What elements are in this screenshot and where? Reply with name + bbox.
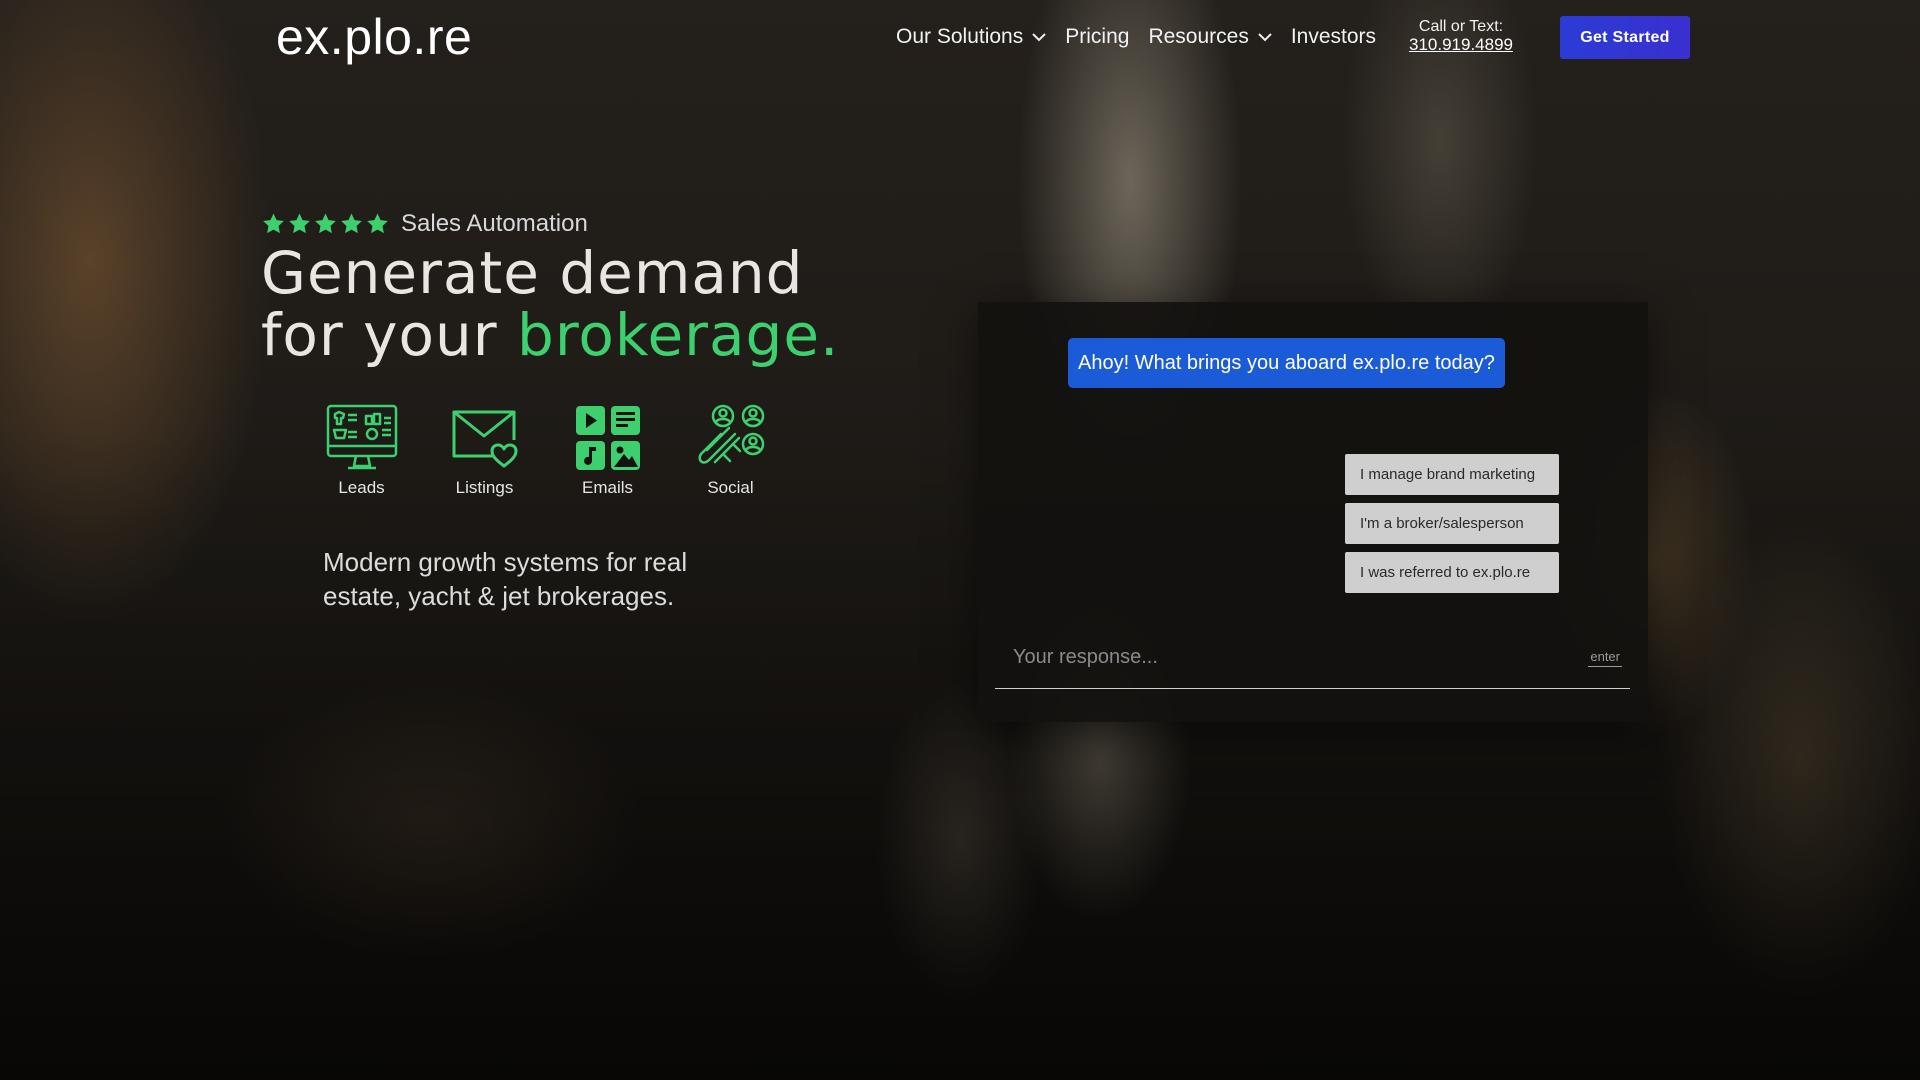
nav-resources[interactable]: Resources [1148, 25, 1272, 49]
monitor-dashboard-icon [326, 404, 397, 470]
hero-tagline: Modern growth systems for real estate, y… [323, 547, 688, 611]
star-icon [367, 213, 388, 234]
call-or-text: Call or Text: 310.919.4899 [1408, 18, 1514, 54]
feature-icons: Leads Listings Emails Social [300, 404, 792, 498]
rating-label: Sales Automation [401, 210, 588, 237]
reply-broker-salesperson[interactable]: I'm a broker/salesperson [1345, 503, 1559, 544]
main-nav: Our Solutions Pricing Resources Investor… [896, 24, 1395, 50]
hero-headline: Generate demand for your brokerage. [261, 242, 839, 366]
feature-leads-label: Leads [338, 478, 385, 497]
reply-brand-marketing[interactable]: I manage brand marketing [1345, 454, 1559, 495]
magnet-users-icon [697, 404, 764, 464]
nav-investors-label: Investors [1290, 25, 1377, 48]
headline-line-2-prefix: for your [261, 301, 518, 369]
envelope-heart-icon [452, 410, 517, 468]
star-icon [341, 213, 362, 234]
headline-line-1: Generate demand [261, 239, 804, 307]
bot-message-bubble: Ahoy! What brings you aboard ex.plo.re t… [1068, 338, 1505, 388]
headline-accent: brokerage. [517, 301, 840, 369]
chevron-down-icon [1032, 32, 1046, 42]
feature-emails: Emails [546, 404, 669, 498]
rating-row: Sales Automation [261, 210, 588, 238]
feature-leads: Leads [300, 404, 423, 498]
feature-social: Social [669, 404, 792, 498]
nav-resources-label: Resources [1148, 25, 1249, 48]
brand-logo[interactable]: ex.plo.re [276, 8, 472, 66]
nav-our-solutions[interactable]: Our Solutions [896, 25, 1046, 49]
five-star-rating [261, 212, 391, 236]
content-grid-icon [575, 406, 640, 470]
nav-our-solutions-label: Our Solutions [896, 25, 1024, 48]
star-icon [315, 213, 336, 234]
feature-listings: Listings [423, 404, 546, 498]
chevron-down-icon [1258, 32, 1272, 42]
star-icon [263, 213, 284, 234]
get-started-button[interactable]: Get Started [1560, 16, 1690, 59]
phone-number-link[interactable]: 310.919.4899 [1408, 36, 1514, 54]
chat-quick-replies: I manage brand marketing I'm a broker/sa… [1345, 454, 1559, 601]
feature-listings-label: Listings [455, 478, 514, 497]
call-label: Call or Text: [1418, 18, 1504, 35]
chat-response-row: enter [995, 627, 1630, 689]
nav-investors[interactable]: Investors [1291, 25, 1376, 49]
nav-pricing[interactable]: Pricing [1065, 25, 1129, 49]
enter-key-hint[interactable]: enter [1588, 649, 1622, 667]
reply-referred[interactable]: I was referred to ex.plo.re [1345, 552, 1559, 593]
chat-response-input[interactable] [995, 637, 1589, 678]
chat-widget: Ahoy! What brings you aboard ex.plo.re t… [978, 302, 1648, 722]
nav-pricing-label: Pricing [1065, 25, 1130, 48]
feature-emails-label: Emails [581, 478, 633, 497]
feature-social-label: Social [707, 478, 754, 497]
star-icon [289, 213, 310, 234]
